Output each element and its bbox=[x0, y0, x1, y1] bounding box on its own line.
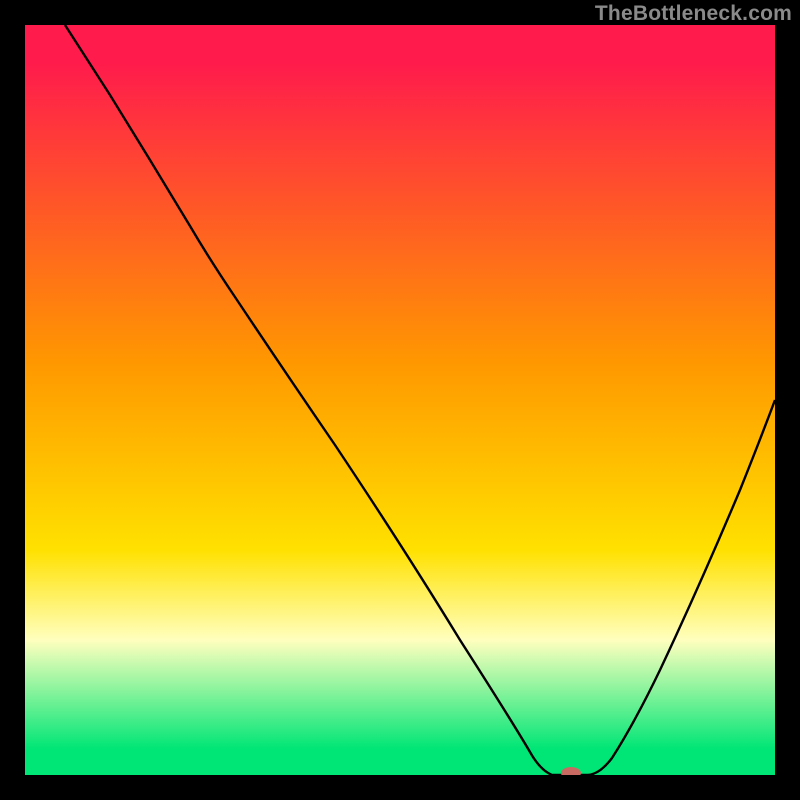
chart-svg bbox=[0, 0, 800, 800]
chart-stage: TheBottleneck.com bbox=[0, 0, 800, 800]
watermark-text: TheBottleneck.com bbox=[595, 2, 792, 26]
